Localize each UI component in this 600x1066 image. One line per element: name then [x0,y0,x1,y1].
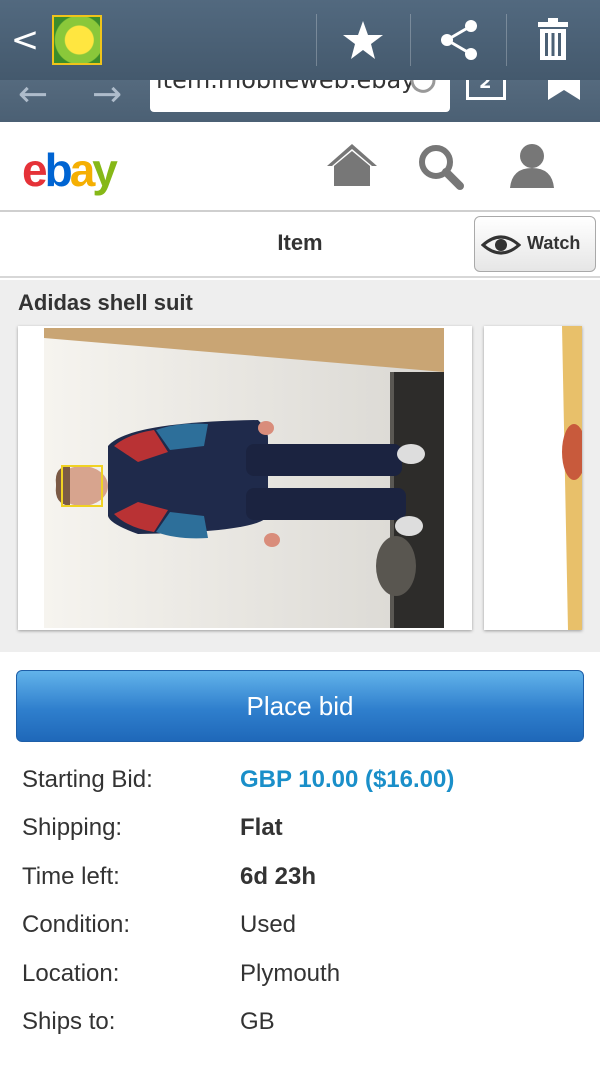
time-left-value: 6d 23h [240,863,317,890]
action-divider [316,14,317,66]
ebay-header: ebay [0,122,600,212]
watch-label: Watch [527,233,581,253]
detail-label: Condition: [22,911,131,938]
item-photo-next[interactable] [484,326,582,630]
detail-row-condition: Condition: Used [0,901,600,949]
detail-label: Time left: [22,863,120,890]
starting-bid-value: GBP 10.00 ($16.00) [240,766,455,793]
item-photo[interactable] [18,326,472,630]
share-icon[interactable] [434,16,484,64]
location-value: Plymouth [240,960,341,987]
url-bar[interactable]: item.mobileweb.ebay [150,80,450,112]
detail-row-location: Location: Plymouth [0,950,600,998]
browser-back-icon[interactable]: ← [18,80,48,115]
bookmark-icon[interactable] [544,80,584,106]
account-icon[interactable] [504,140,560,192]
tab-count: 2 [479,80,492,93]
item-name: Adidas shell suit [18,290,193,315]
home-icon[interactable] [324,140,380,192]
browser-forward-icon[interactable]: → [92,80,122,115]
tabs-button[interactable]: 2 [466,80,506,100]
back-button[interactable]: < [8,18,42,62]
detail-row-time-left: Time left: 6d 23h [0,853,600,901]
detail-row-shipping: Shipping: Flat [0,804,600,852]
item-title-bar: Item Watch [0,212,600,278]
gallery-action-bar: < [0,0,600,80]
url-text: item.mobileweb.ebay [156,80,416,94]
condition-value: Used [240,911,297,938]
star-icon[interactable] [338,16,388,64]
ebay-logo[interactable]: ebay [22,142,118,198]
trash-icon[interactable] [530,16,580,64]
gallery-app-icon[interactable] [52,15,102,65]
detail-label: Ships to: [22,1008,116,1035]
place-bid-button[interactable]: Place bid [16,670,584,742]
browser-toolbar: ← → item.mobileweb.ebay 2 [0,80,600,122]
action-divider [506,14,507,66]
search-icon[interactable] [412,140,468,192]
shipping-value: Flat [240,814,283,841]
detail-row-ships-to: Ships to: GB [0,998,600,1046]
detail-label: Starting Bid: [22,766,153,793]
watch-button[interactable]: Watch [474,216,596,272]
eye-icon [481,235,521,255]
detail-row-starting-bid: Starting Bid: GBP 10.00 ($16.00) [0,756,600,804]
action-divider [410,14,411,66]
reload-icon[interactable] [406,80,442,94]
ships-to-value: GB [240,1008,275,1035]
detail-label: Location: [22,960,120,987]
item-gallery-section: Adidas shell suit [0,280,600,652]
detail-label: Shipping: [22,814,123,841]
